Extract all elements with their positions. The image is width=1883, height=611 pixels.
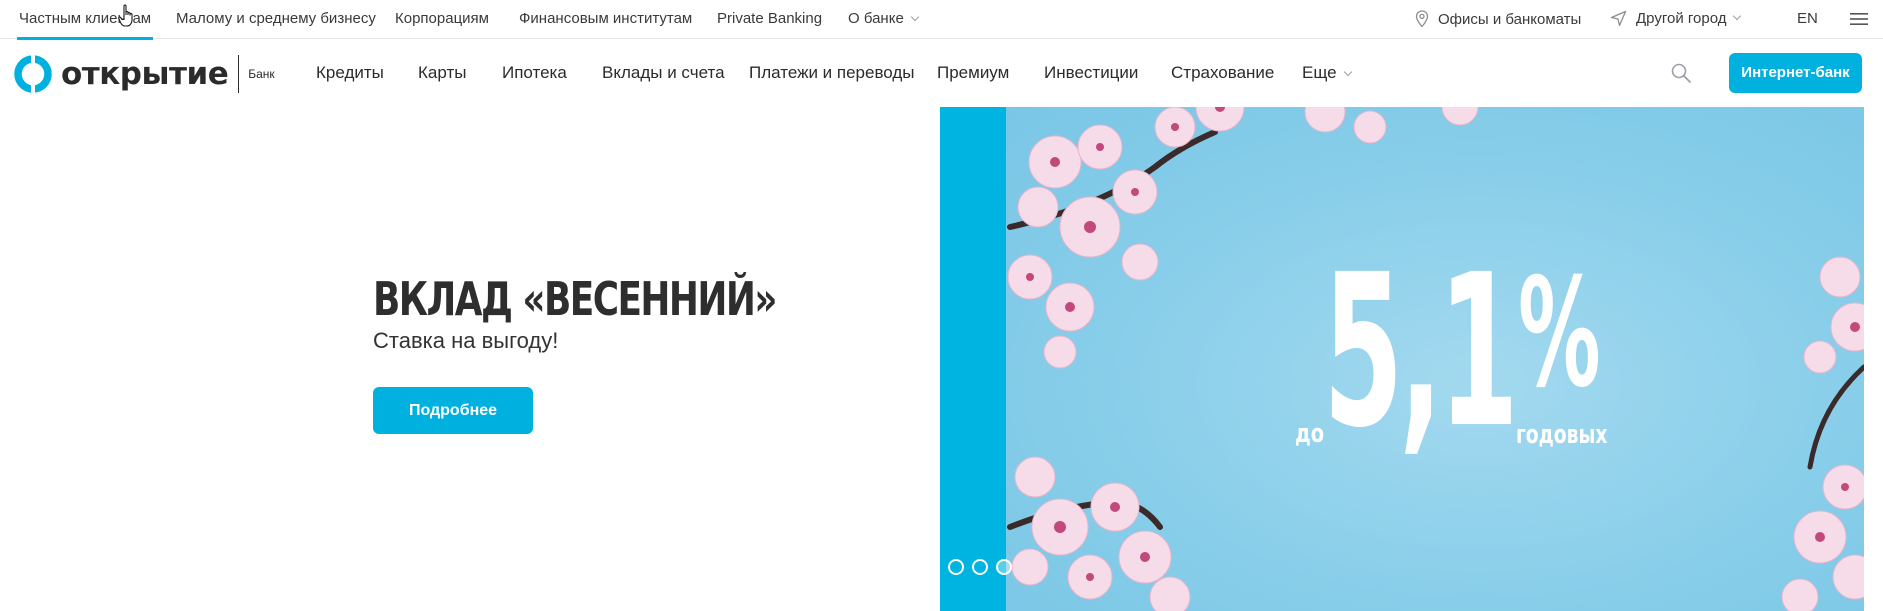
- internet-bank-button[interactable]: Интернет-банк: [1729, 53, 1862, 93]
- rate-suffix: годовых: [1516, 420, 1608, 450]
- menu-icon[interactable]: [1850, 12, 1868, 26]
- slider-dot-2[interactable]: [972, 559, 988, 575]
- bank-logo[interactable]: открытие Банк: [14, 55, 275, 93]
- top-bar: Частным клиентам Малому и среднему бизне…: [0, 0, 1883, 40]
- nav-item-insurance[interactable]: Страхование: [1171, 63, 1274, 83]
- slider-dot-3[interactable]: [996, 559, 1012, 575]
- city-selector[interactable]: Другой город: [1610, 10, 1742, 27]
- segment-corporations[interactable]: Корпорациям: [395, 10, 489, 27]
- segment-private-banking[interactable]: Private Banking: [717, 10, 822, 27]
- language-switch[interactable]: EN: [1797, 10, 1818, 27]
- hand-cursor-icon: [118, 4, 133, 27]
- offices-link[interactable]: Офисы и банкоматы: [1415, 10, 1581, 28]
- offices-label: Офисы и банкоматы: [1438, 10, 1582, 28]
- rate-prefix: до: [1295, 419, 1325, 449]
- segment-about-bank[interactable]: О банке: [848, 10, 920, 27]
- logo-divider: [238, 55, 240, 93]
- nav-more-label: Еще: [1302, 63, 1337, 82]
- promo-banner[interactable]: до 5,1 % годовых: [940, 107, 1864, 611]
- map-pin-icon: [1415, 10, 1429, 28]
- slider-dot-1[interactable]: [948, 559, 964, 575]
- slider-dots: [948, 559, 1012, 575]
- main-navigation: открытие Банк Кредиты Карты Ипотека Вкла…: [0, 39, 1883, 109]
- search-icon[interactable]: [1670, 62, 1692, 84]
- rate-value: 5,1: [1323, 229, 1519, 474]
- nav-item-deposits[interactable]: Вклады и счета: [602, 63, 725, 83]
- logo-bank-caption: Банк: [248, 67, 275, 81]
- location-arrow-icon: [1610, 10, 1627, 27]
- segment-small-business[interactable]: Малому и среднему бизнесу: [176, 10, 376, 27]
- about-bank-label: О банке: [848, 10, 904, 27]
- city-label: Другой город: [1636, 10, 1727, 27]
- nav-item-more[interactable]: Еще: [1302, 63, 1352, 83]
- details-button[interactable]: Подробнее: [373, 387, 533, 434]
- promo-subtitle: Ставка на выгоду!: [373, 328, 559, 353]
- nav-item-payments[interactable]: Платежи и переводы: [749, 63, 915, 83]
- segment-financial-institutions[interactable]: Финансовым институтам: [519, 10, 692, 27]
- nav-item-credits[interactable]: Кредиты: [316, 63, 384, 83]
- logo-wordmark: открытие: [61, 56, 229, 92]
- promo-title: ВКЛАД «ВЕСЕННИЙ»: [373, 272, 777, 326]
- nav-item-mortgage[interactable]: Ипотека: [502, 63, 567, 83]
- nav-item-investments[interactable]: Инвестиции: [1044, 63, 1138, 83]
- rate-percent-sign: %: [1518, 247, 1601, 421]
- chevron-down-icon: [1733, 11, 1742, 20]
- logo-ring-icon: [14, 55, 52, 93]
- nav-item-cards[interactable]: Карты: [418, 63, 466, 83]
- chevron-down-icon: [910, 12, 920, 22]
- chevron-down-icon: [1343, 67, 1352, 77]
- nav-item-premium[interactable]: Премиум: [937, 63, 1009, 83]
